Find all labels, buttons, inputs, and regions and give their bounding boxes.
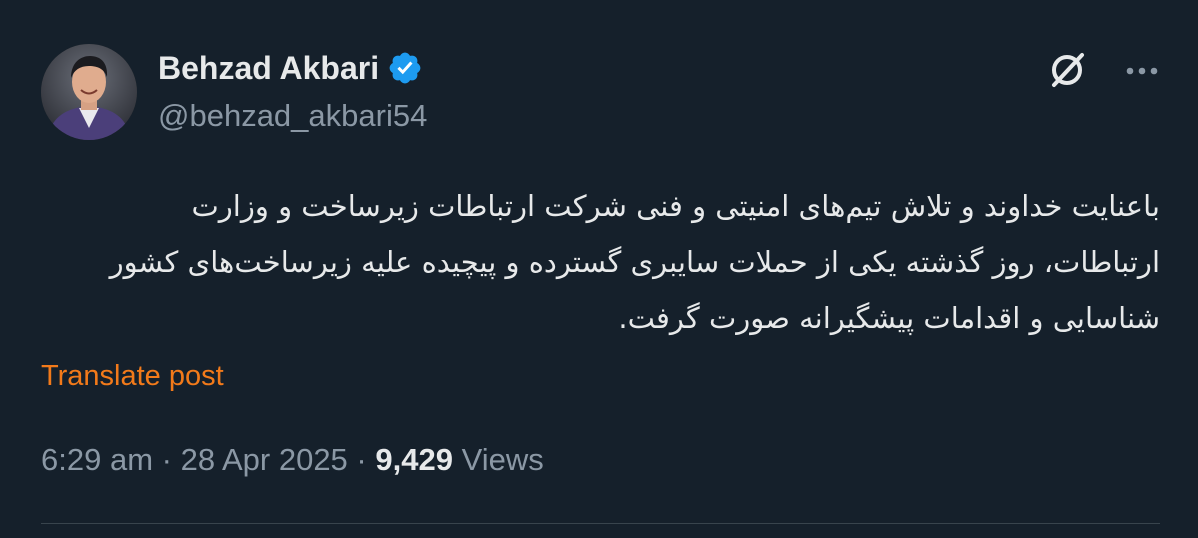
author-handle[interactable]: @behzad_akbari54 xyxy=(158,96,427,136)
translate-post-link[interactable]: Translate post xyxy=(41,356,224,396)
tweet-card: Behzad Akbari @behzad_akbari54 باعنایت خ… xyxy=(0,0,1198,538)
grok-icon[interactable] xyxy=(1046,49,1088,91)
author-display-name[interactable]: Behzad Akbari xyxy=(158,48,379,88)
tweet-top-actions xyxy=(1046,46,1162,94)
avatar[interactable] xyxy=(41,44,137,140)
tweet-metadata: 6:29 am · 28 Apr 2025 · 9,429 Views xyxy=(41,440,544,480)
divider xyxy=(41,523,1160,524)
more-options-icon[interactable] xyxy=(1122,50,1162,90)
tweet-text: باعنایت خداوند و تلاش تیم‌های امنیتی و ف… xyxy=(109,189,1160,335)
avatar-image xyxy=(41,44,137,140)
meta-separator: · xyxy=(356,442,367,477)
tweet-time[interactable]: 6:29 am xyxy=(41,442,153,477)
author-name-row: Behzad Akbari xyxy=(158,48,423,88)
views-count: 9,429 xyxy=(375,442,453,477)
views-label: Views xyxy=(461,442,544,477)
verified-badge-icon[interactable] xyxy=(387,50,423,86)
tweet-date[interactable]: 28 Apr 2025 xyxy=(181,442,348,477)
meta-separator: · xyxy=(161,442,172,477)
